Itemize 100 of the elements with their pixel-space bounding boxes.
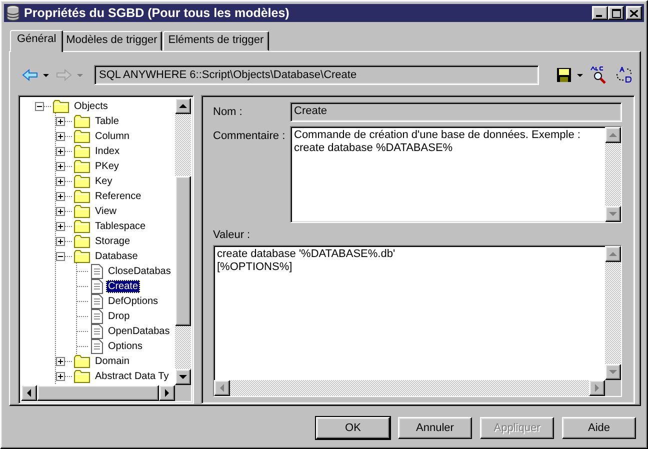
- close-button[interactable]: [626, 6, 642, 20]
- tree-item[interactable]: View: [93, 205, 118, 218]
- scrollbar-thumb[interactable]: [175, 176, 191, 326]
- scroll-arrow-button[interactable]: [175, 369, 191, 385]
- code-text: create database '%DATABASE%.db' [%OPTIONS%]: [216, 247, 396, 275]
- cancel-button[interactable]: Annuler: [398, 417, 472, 439]
- document-icon: [91, 309, 103, 324]
- vertical-scrollbar[interactable]: [605, 246, 621, 380]
- expand-toggle[interactable]: [56, 132, 65, 141]
- collapse-toggle[interactable]: [35, 102, 44, 111]
- expand-toggle[interactable]: [56, 222, 65, 231]
- expand-toggle[interactable]: [56, 207, 65, 216]
- plus-icon: [57, 148, 64, 155]
- vertical-scrollbar[interactable]: [605, 127, 621, 222]
- field-label: Valeur :: [213, 228, 252, 241]
- folder-icon: [74, 250, 90, 263]
- tree-item[interactable]: Index: [93, 145, 122, 158]
- minimize-button[interactable]: [592, 6, 608, 20]
- comment-text: Commande de création d'une base de données. Exemple : create database %DATABASE%: [293, 128, 582, 156]
- scroll-arrow-button[interactable]: [605, 206, 621, 222]
- folder-icon: [74, 160, 90, 173]
- tree-item[interactable]: Table: [93, 115, 121, 128]
- minus-icon: [57, 253, 64, 260]
- tree-item[interactable]: Database: [93, 250, 140, 263]
- expand-toggle[interactable]: [56, 237, 65, 246]
- scroll-arrow-button[interactable]: [589, 380, 605, 396]
- help-button[interactable]: Aide: [562, 417, 636, 439]
- folder-icon: [74, 205, 90, 218]
- tree-item[interactable]: Drop: [106, 310, 132, 323]
- tree-item[interactable]: Tablespace: [93, 220, 148, 233]
- document-icon: [91, 294, 103, 309]
- tree-item[interactable]: CloseDatabas: [106, 265, 173, 278]
- tree-item[interactable]: Options: [106, 340, 144, 353]
- tree-item[interactable]: Reference: [93, 190, 144, 203]
- plus-icon: [57, 193, 64, 200]
- ok-button[interactable]: OK: [316, 417, 390, 439]
- comment-box[interactable]: Commande de création d'une base de données. Exemple : create database %DATABASE%: [290, 126, 622, 223]
- caret-icon[interactable]: [577, 74, 583, 76]
- tree-item[interactable]: Key: [93, 175, 114, 188]
- scrollbar-corner: [175, 385, 191, 401]
- plus-icon: [57, 373, 64, 380]
- tree-item[interactable]: Column: [93, 130, 132, 143]
- tree-item[interactable]: Objects: [72, 100, 110, 113]
- collapse-toggle[interactable]: [56, 252, 65, 261]
- scroll-arrow-button[interactable]: [605, 364, 621, 380]
- tree-item[interactable]: DefOptions: [106, 295, 160, 308]
- scroll-arrow-button[interactable]: [605, 246, 621, 262]
- tree-item[interactable]: PKey: [93, 160, 121, 173]
- path-field[interactable]: SQL ANYWHERE 6::Script\Objects\Database\Create: [94, 65, 539, 85]
- plus-icon: [57, 133, 64, 140]
- minus-icon: [36, 103, 43, 110]
- spell-check-icon[interactable]: [590, 66, 608, 84]
- plus-icon: [57, 223, 64, 230]
- horizontal-scrollbar[interactable]: [21, 385, 175, 401]
- plus-icon: [57, 178, 64, 185]
- tab[interactable]: Général: [10, 30, 64, 52]
- tree-item[interactable]: Abstract Data Ty: [93, 370, 171, 383]
- tree-item[interactable]: Storage: [93, 235, 132, 248]
- replace-icon[interactable]: [615, 66, 633, 84]
- plus-icon: [57, 238, 64, 245]
- code-editor[interactable]: create database '%DATABASE%.db' [%OPTIONS%]: [213, 245, 622, 397]
- field-label: Commentaire :: [213, 129, 286, 144]
- expand-toggle[interactable]: [56, 147, 65, 156]
- scroll-arrow-button[interactable]: [605, 127, 621, 143]
- caret-icon[interactable]: [43, 74, 49, 76]
- tree-item[interactable]: Domain: [93, 355, 132, 368]
- tab[interactable]: Eléments de trigger: [163, 31, 269, 51]
- scroll-arrow-button[interactable]: [175, 98, 191, 114]
- scroll-arrow-button[interactable]: [21, 385, 37, 401]
- expand-toggle[interactable]: [56, 192, 65, 201]
- document-icon: [91, 324, 103, 339]
- vertical-scrollbar[interactable]: [175, 98, 191, 385]
- plus-icon: [57, 208, 64, 215]
- maximize-button[interactable]: [608, 6, 624, 20]
- scroll-arrow-button[interactable]: [214, 380, 230, 396]
- expand-toggle[interactable]: [56, 372, 65, 381]
- expand-toggle[interactable]: [56, 177, 65, 186]
- tab[interactable]: Modèles de trigger: [61, 31, 162, 51]
- scrollbar-corner: [605, 380, 621, 396]
- scrollbar-thumb[interactable]: [37, 385, 159, 401]
- folder-icon: [74, 175, 90, 188]
- window-title: Propriétés du SGBD (Pour tous les modèles): [24, 6, 290, 20]
- tree-item[interactable]: Create: [106, 280, 140, 293]
- horizontal-scrollbar[interactable]: [214, 380, 605, 396]
- expand-toggle[interactable]: [56, 162, 65, 171]
- plus-icon: [57, 358, 64, 365]
- folder-icon: [74, 235, 90, 248]
- save-icon[interactable]: [556, 67, 572, 83]
- folder-icon: [74, 145, 90, 158]
- plus-icon: [57, 118, 64, 125]
- folder-icon: [74, 190, 90, 203]
- scroll-arrow-button[interactable]: [159, 385, 175, 401]
- tree-item[interactable]: OpenDatabas: [106, 325, 172, 338]
- document-icon: [91, 264, 103, 279]
- folder-icon: [74, 115, 90, 128]
- folder-icon: [74, 130, 90, 143]
- expand-toggle[interactable]: [56, 117, 65, 126]
- expand-toggle[interactable]: [56, 357, 65, 366]
- document-icon: [91, 339, 103, 354]
- back-arrow-icon[interactable]: [22, 69, 38, 81]
